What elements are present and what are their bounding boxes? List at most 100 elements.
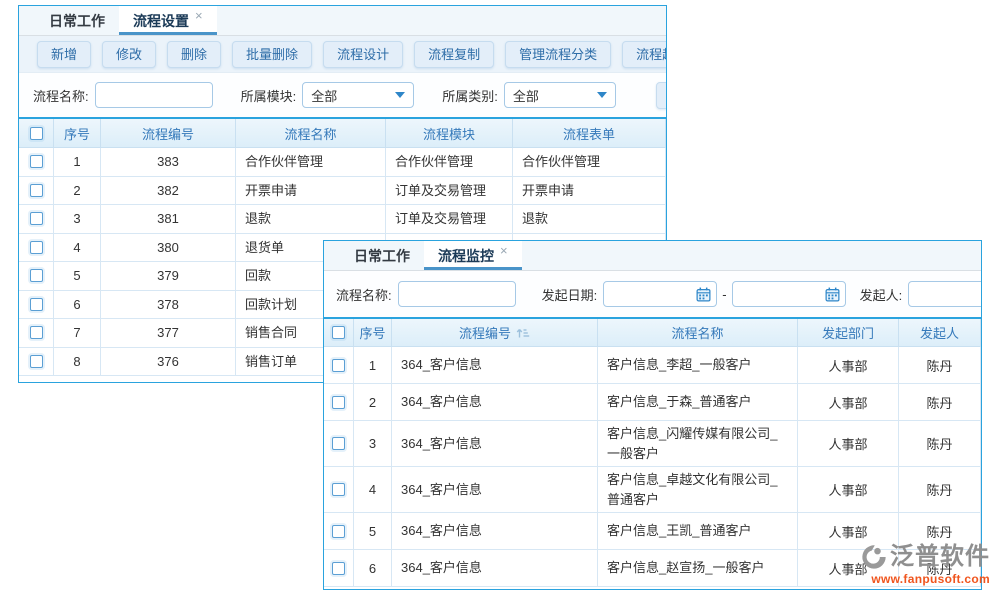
row-checkbox[interactable] (30, 184, 43, 197)
cell-process-id: 364_客户信息 (392, 550, 598, 587)
front-monitor-table: 序号 流程编号 流程名称 发起部门 发起人 (324, 317, 981, 587)
table-row[interactable]: 3 364_客户信息 客户信息_闪耀传媒有限公司_一般客户 人事部 陈丹 (324, 421, 981, 467)
select-all-checkbox[interactable] (30, 127, 43, 140)
table-row[interactable]: 2 382 开票申请 订单及交易管理 开票申请 (19, 177, 666, 206)
tab-process-monitor[interactable]: 流程监控 × (424, 241, 522, 270)
table-row[interactable]: 1 383 合作伙伴管理 合作伙伴管理 合作伙伴管理 (19, 148, 666, 177)
row-checkbox[interactable] (30, 155, 43, 168)
toolbar-button[interactable]: 修改 (102, 41, 156, 68)
cell-start-dept: 人事部 (798, 347, 899, 384)
process-name-input[interactable] (398, 281, 516, 307)
category-select-value: 全部 (513, 86, 539, 105)
toolbar-button[interactable]: 流程设计 (323, 41, 403, 68)
calendar-icon[interactable] (696, 287, 711, 302)
row-checkbox[interactable] (30, 212, 43, 225)
cell-start-dept: 人事部 (798, 421, 899, 467)
cell-process-id: 383 (101, 148, 236, 177)
toolbar-button[interactable]: 新增 (37, 41, 91, 68)
cell-process-id: 376 (101, 348, 236, 377)
row-checkbox[interactable] (332, 483, 345, 496)
cell-seq: 3 (54, 205, 101, 234)
cell-process-id: 364_客户信息 (392, 384, 598, 421)
cell-process-module: 订单及交易管理 (386, 177, 513, 206)
start-date-to-input[interactable] (732, 281, 846, 307)
row-checkbox[interactable] (332, 525, 345, 538)
toolbar-button[interactable]: 流程超时提 (622, 41, 667, 68)
module-label: 所属模块: (241, 86, 297, 105)
cell-process-name: 客户信息_李超_一般客户 (598, 347, 798, 384)
cell-seq: 8 (54, 348, 101, 377)
row-checkbox[interactable] (332, 437, 345, 450)
cell-start-dept: 人事部 (798, 550, 899, 587)
row-checkbox[interactable] (30, 269, 43, 282)
initiator-input[interactable] (908, 281, 982, 307)
cell-process-id: 381 (101, 205, 236, 234)
col-header-start-dept: 发起部门 (798, 319, 899, 347)
toolbar-button[interactable]: 流程复制 (414, 41, 494, 68)
cell-initiator: 陈丹 (899, 421, 981, 467)
select-all-checkbox[interactable] (332, 326, 345, 339)
row-checkbox[interactable] (332, 359, 345, 372)
module-select[interactable]: 全部 (302, 82, 414, 108)
front-table-body: 1 364_客户信息 客户信息_李超_一般客户 人事部 陈丹 2 364_客户信… (324, 347, 981, 587)
close-icon[interactable]: × (500, 244, 508, 257)
row-checkbox[interactable] (30, 241, 43, 254)
cell-seq: 6 (354, 550, 392, 587)
tab-daily-work[interactable]: 日常工作 (340, 241, 424, 270)
process-name-label: 流程名称: (336, 285, 392, 304)
tab-daily-work[interactable]: 日常工作 (35, 6, 119, 35)
table-row[interactable]: 5 364_客户信息 客户信息_王凯_普通客户 人事部 陈丹 (324, 513, 981, 550)
initiator-label: 发起人: (860, 285, 903, 304)
toolbar-button[interactable]: 批量删除 (232, 41, 312, 68)
cell-initiator: 陈丹 (899, 513, 981, 550)
cell-process-name: 合作伙伴管理 (236, 148, 386, 177)
cell-process-id: 379 (101, 262, 236, 291)
cell-process-name: 客户信息_闪耀传媒有限公司_一般客户 (598, 421, 798, 467)
start-date-from-input[interactable] (603, 281, 717, 307)
toolbar-button[interactable]: 删除 (167, 41, 221, 68)
row-checkbox[interactable] (30, 326, 43, 339)
row-checkbox[interactable] (30, 298, 43, 311)
cell-seq: 2 (354, 384, 392, 421)
cell-process-id: 364_客户信息 (392, 513, 598, 550)
col-header-process-module: 流程模块 (386, 119, 513, 148)
cell-initiator: 陈丹 (899, 550, 981, 587)
category-select[interactable]: 全部 (504, 82, 616, 108)
process-name-input[interactable] (95, 82, 213, 108)
cell-process-id: 364_客户信息 (392, 421, 598, 467)
cell-process-form: 退款 (513, 205, 666, 234)
col-header-seq: 序号 (54, 119, 101, 148)
sort-asc-icon[interactable] (516, 327, 530, 339)
desktop: 日常工作 流程设置 × 新增 修改 删除 批量删除 流程设计 流程复制 管理流程… (0, 0, 1000, 600)
cell-seq: 4 (54, 234, 101, 263)
tab-process-settings[interactable]: 流程设置 × (119, 6, 217, 35)
cell-process-form: 合作伙伴管理 (513, 148, 666, 177)
close-icon[interactable]: × (195, 9, 203, 22)
calendar-icon[interactable] (825, 287, 840, 302)
process-monitor-window: 日常工作 流程监控 × 流程名称: 发起日期: (323, 240, 982, 590)
row-checkbox[interactable] (332, 396, 345, 409)
cell-process-name: 退款 (236, 205, 386, 234)
cell-seq: 1 (354, 347, 392, 384)
row-checkbox[interactable] (332, 562, 345, 575)
start-date-label: 发起日期: (542, 285, 598, 304)
cell-seq: 7 (54, 319, 101, 348)
front-filterbar: 流程名称: 发起日期: - (324, 271, 981, 317)
front-tabbar: 日常工作 流程监控 × (324, 241, 981, 271)
cell-process-id: 378 (101, 291, 236, 320)
table-row[interactable]: 2 364_客户信息 客户信息_于森_普通客户 人事部 陈丹 (324, 384, 981, 421)
table-row[interactable]: 6 364_客户信息 客户信息_赵宣扬_一般客户 人事部 陈丹 (324, 550, 981, 587)
cell-start-dept: 人事部 (798, 513, 899, 550)
cell-seq: 3 (354, 421, 392, 467)
table-row[interactable]: 3 381 退款 订单及交易管理 退款 (19, 205, 666, 234)
col-header-process-name: 流程名称 (598, 319, 798, 347)
row-checkbox[interactable] (30, 355, 43, 368)
table-row[interactable]: 1 364_客户信息 客户信息_李超_一般客户 人事部 陈丹 (324, 347, 981, 384)
toolbar-button[interactable]: 管理流程分类 (505, 41, 611, 68)
cell-seq: 5 (54, 262, 101, 291)
table-row[interactable]: 4 364_客户信息 客户信息_卓越文化有限公司_普通客户 人事部 陈丹 (324, 467, 981, 513)
cell-seq: 5 (354, 513, 392, 550)
col-header-process-id[interactable]: 流程编号 (392, 319, 598, 347)
front-table-header-row: 序号 流程编号 流程名称 发起部门 发起人 (324, 319, 981, 347)
clipped-toolbar-button[interactable] (656, 82, 667, 109)
